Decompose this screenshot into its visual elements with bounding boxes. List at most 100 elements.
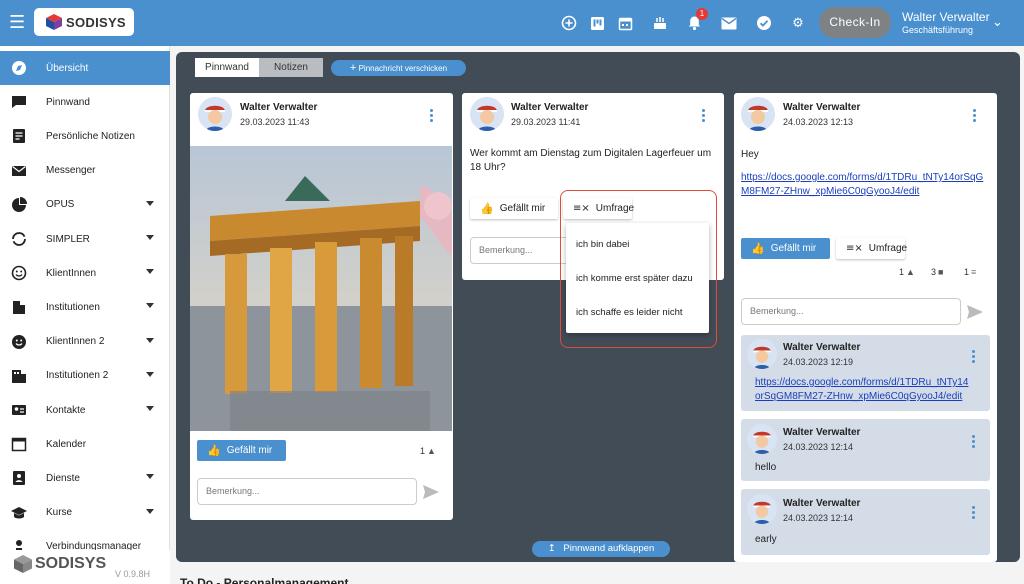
menu-icon[interactable]: ☰ — [9, 12, 27, 34]
user-name: Walter Verwalter — [902, 10, 990, 24]
sidebar-item[interactable]: Übersicht — [0, 51, 170, 85]
section-title: To Do - Personalmanagement — [180, 576, 349, 584]
avatar — [741, 97, 775, 131]
tab-pinnwand[interactable]: Pinnwand — [195, 58, 259, 77]
check-in-button[interactable]: Check-In — [819, 7, 891, 38]
caret-down-icon[interactable] — [146, 303, 154, 309]
expand-label: Pinnwand aufklappen — [563, 543, 655, 554]
send-pin-button[interactable]: + Pinnachricht verschicken — [331, 60, 466, 76]
logo[interactable]: SODISYS — [34, 8, 134, 36]
caret-down-icon[interactable] — [146, 474, 154, 480]
sidebar-item[interactable]: OPUS — [0, 188, 170, 222]
poll-icon: ≡ — [971, 267, 977, 277]
poll-button[interactable]: ≡× Umfrage — [836, 238, 907, 259]
main-tabs: Pinnwand Notizen — [195, 58, 323, 77]
expand-pinnwand-button[interactable]: ↥ Pinnwand aufklappen — [532, 541, 670, 557]
sidebar-item[interactable]: Pinnwand — [0, 85, 170, 119]
chevron-down-icon[interactable]: ⌄ — [992, 15, 1003, 30]
comment-input[interactable]: Bemerkung... — [197, 478, 417, 505]
comment-input[interactable]: Bemerkung... — [470, 237, 570, 264]
comment-input[interactable]: Bemerkung... — [741, 298, 961, 325]
more-vert-icon[interactable] — [430, 109, 434, 123]
post-link[interactable]: https://docs.google.com/forms/d/1TDRu_tN… — [741, 171, 991, 199]
more-vert-icon[interactable] — [972, 506, 976, 520]
contact-card-icon — [12, 405, 26, 415]
check-circle-icon[interactable] — [754, 13, 774, 33]
building-icon — [13, 301, 25, 315]
top-bar: ☰ SODISYS 1 ⚙ Check-In Walter Verwalter … — [0, 0, 1024, 46]
post-author: Walter Verwalter — [511, 102, 589, 113]
comment-link-line2: orSqGM8FM27-ZHnw_xpMie6C0qGyooJ4/edit — [755, 391, 963, 402]
school-icon — [11, 506, 27, 519]
more-vert-icon[interactable] — [972, 350, 976, 364]
comment-icon: ■ — [938, 267, 944, 277]
avatar — [198, 97, 232, 131]
notification-badge: 1 — [696, 8, 708, 20]
sidebar-item[interactable]: Institutionen 2 — [0, 359, 170, 393]
sidebar-footer: SODISYS V 0.9.8H — [0, 550, 170, 584]
comment-link[interactable]: https://docs.google.com/forms/d/1TDRu_tN… — [755, 376, 985, 404]
like-button[interactable]: 👍 Gefällt mir — [741, 238, 830, 259]
like-button[interactable]: 👍 Gefällt mir — [470, 198, 558, 219]
plus-icon: + — [349, 62, 357, 74]
post-author: Walter Verwalter — [240, 102, 318, 113]
chat-icon — [12, 96, 26, 109]
compass-icon — [12, 61, 26, 75]
caret-down-icon[interactable] — [146, 371, 154, 377]
like-label: Gefällt mir — [770, 243, 817, 254]
more-vert-icon[interactable] — [702, 109, 706, 123]
comment-text: hello — [755, 462, 777, 473]
sidebar-item[interactable]: Persönliche Notizen — [0, 119, 170, 153]
sidebar-item[interactable]: KlientInnen — [0, 256, 170, 290]
calendar-icon[interactable] — [615, 13, 635, 33]
highlight-box — [560, 190, 717, 348]
avatar — [470, 97, 504, 131]
smiley-filled-icon — [12, 334, 26, 349]
sidebar-item[interactable]: Kurse — [0, 496, 170, 530]
poll-icon: ≡× — [846, 243, 863, 254]
poll-stat-value: 1 — [964, 267, 970, 277]
cake-icon[interactable] — [650, 13, 670, 33]
kanban-icon[interactable] — [587, 13, 607, 33]
send-icon[interactable] — [967, 305, 983, 319]
mail-icon[interactable] — [719, 13, 739, 33]
tab-notizen[interactable]: Notizen — [259, 58, 323, 77]
more-vert-icon[interactable] — [973, 109, 977, 123]
sidebar-item-label: Übersicht — [46, 62, 89, 74]
thumb-up-icon: 👍 — [480, 202, 494, 215]
post-link-line2: M8FM27-ZHnw_xpMie6C0qGyooJ4/edit — [741, 186, 920, 197]
like-label: Gefällt mir — [226, 445, 273, 456]
sidebar-item-label: Institutionen — [46, 301, 100, 313]
avatar — [747, 339, 777, 369]
gear-icon[interactable]: ⚙ — [788, 13, 808, 33]
post-text: Hey — [741, 149, 759, 160]
sidebar-item[interactable]: Dienste — [0, 461, 170, 495]
sidebar-item-label: Messenger — [46, 165, 96, 177]
post-date: 29.03.2023 11:43 — [240, 117, 310, 127]
sidebar-item[interactable]: Messenger — [0, 154, 170, 188]
sidebar-item-label: Dienste — [46, 472, 80, 484]
badge-icon — [13, 471, 25, 486]
sidebar-item-label: KlientInnen — [46, 267, 97, 279]
caret-down-icon[interactable] — [146, 406, 154, 411]
sidebar-item[interactable]: SIMPLER — [0, 222, 170, 256]
caret-down-icon[interactable] — [146, 508, 154, 514]
thumb-up-icon: ▲ — [906, 267, 915, 277]
sidebar-item[interactable]: KlientInnen 2 — [0, 325, 170, 359]
sidebar-item[interactable]: Kontakte — [0, 393, 170, 427]
building2-icon — [12, 369, 26, 383]
sidebar-item[interactable]: Institutionen — [0, 290, 170, 324]
sidebar-item[interactable]: Kalender — [0, 427, 170, 461]
more-vert-icon[interactable] — [972, 435, 976, 449]
comment-author: Walter Verwalter — [783, 498, 861, 509]
caret-down-icon[interactable] — [146, 337, 154, 343]
caret-down-icon[interactable] — [146, 200, 154, 206]
thumb-up-icon: 👍 — [207, 444, 221, 457]
caret-down-icon[interactable] — [146, 235, 154, 240]
like-button[interactable]: 👍 Gefällt mir — [197, 440, 286, 461]
post-author: Walter Verwalter — [783, 102, 861, 113]
caret-down-icon[interactable] — [146, 269, 154, 275]
send-icon[interactable] — [423, 485, 439, 499]
add-circle-icon[interactable] — [559, 13, 579, 33]
user-menu[interactable]: Walter Verwalter Geschäftsführung — [902, 10, 990, 35]
